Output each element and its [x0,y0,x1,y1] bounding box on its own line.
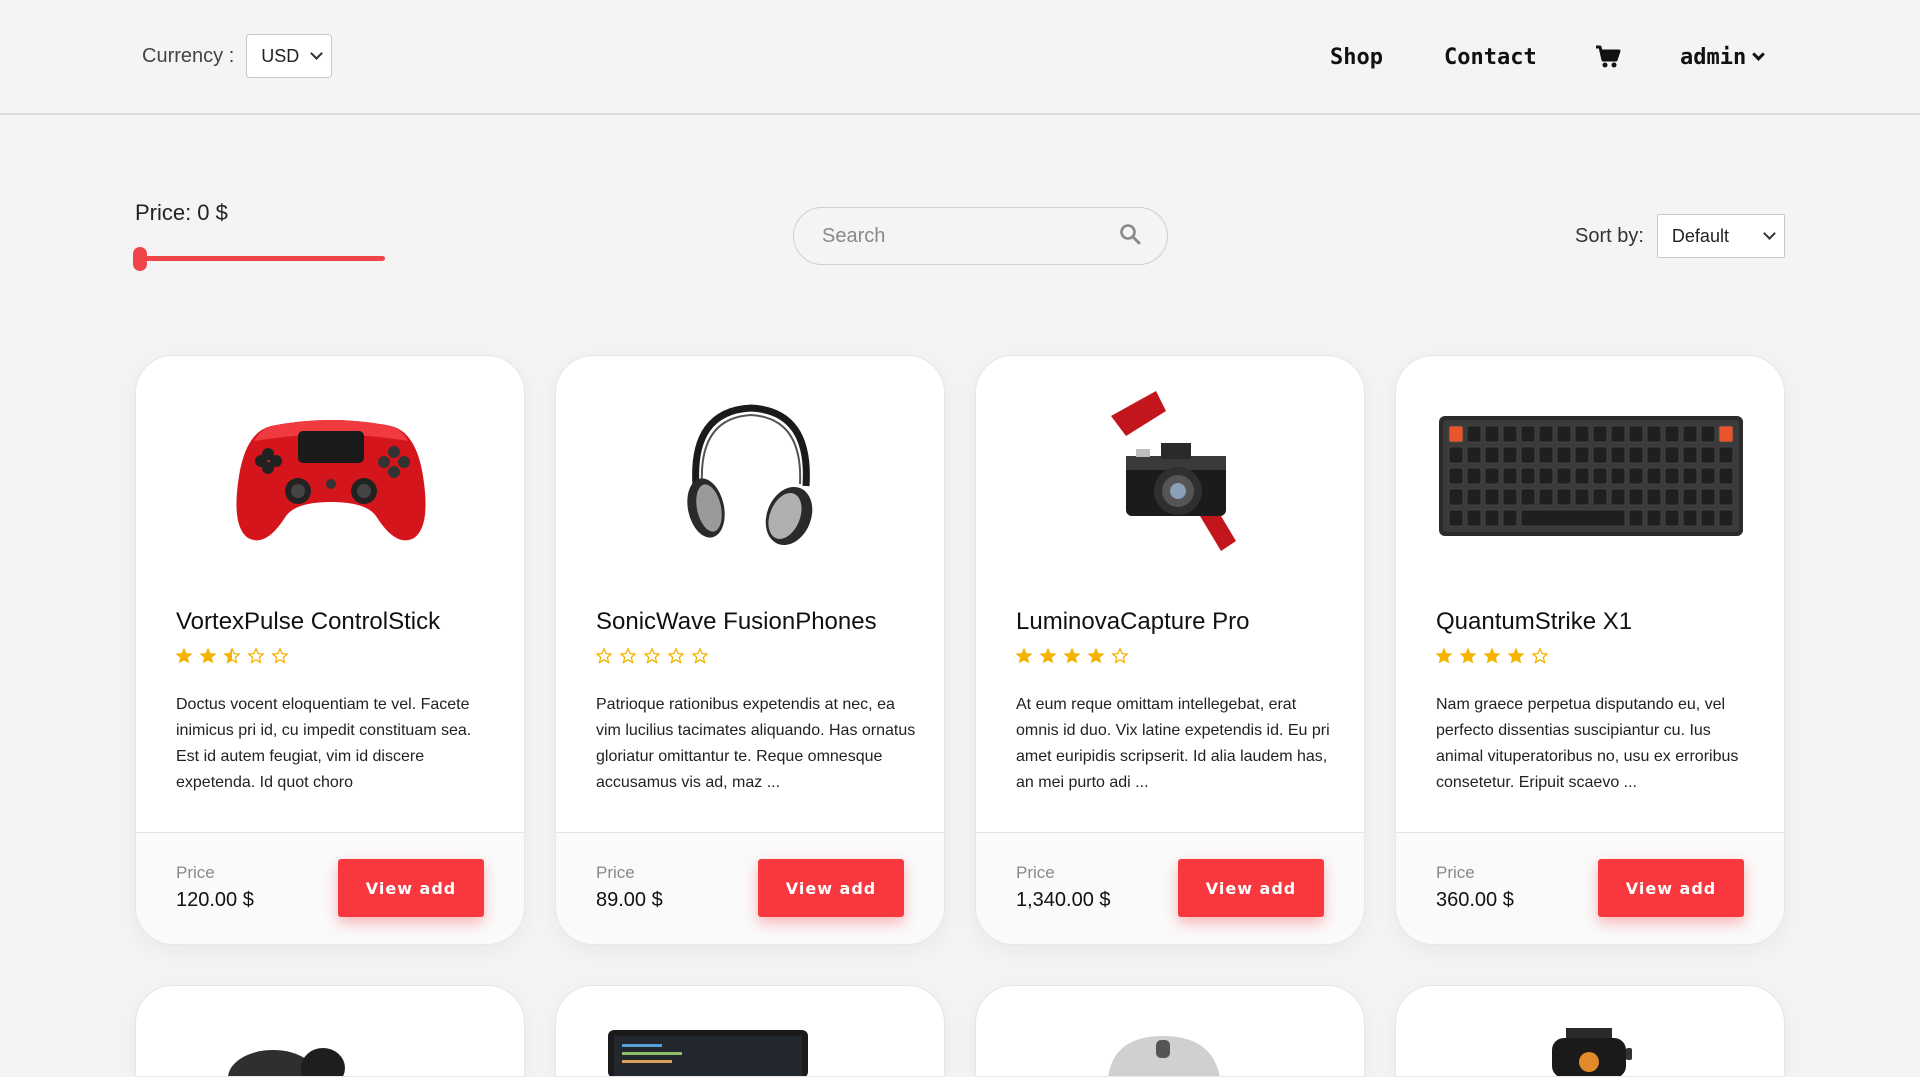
star-empty-icon [691,647,709,664]
star-full-icon [1015,647,1033,664]
price-value: 120.00 $ [176,889,254,911]
product-title[interactable]: VortexPulse ControlStick [176,608,440,636]
user-name: admin [1680,44,1747,70]
star-full-icon [1039,647,1057,664]
view-add-button[interactable]: View add [338,859,484,917]
price-slider-thumb[interactable] [133,247,147,271]
price-caption: Price [176,863,215,882]
product-card[interactable] [975,985,1365,1077]
currency-select-value: USD [261,45,300,66]
currency-select[interactable]: USD [246,34,333,78]
star-full-icon [1459,647,1477,664]
price-value: 360.00 $ [1436,889,1514,911]
product-image-laptop[interactable] [608,1030,808,1076]
search-input[interactable] [822,224,1102,248]
card-footer: Price 1,340.00 $ View add [976,832,1364,944]
star-full-icon [1435,647,1453,664]
price-value: 1,340.00 $ [1016,889,1111,911]
product-image-headphones[interactable] [556,396,944,556]
chevron-down-icon [1763,227,1776,240]
sort-label: Sort by: [1575,224,1644,247]
price-caption: Price [596,863,635,882]
star-empty-icon [595,647,613,664]
product-image-earbuds[interactable] [228,1038,358,1076]
product-image-smartwatch[interactable] [1544,1028,1634,1076]
star-empty-icon [619,647,637,664]
price-filter-label: Price: 0 $ [135,200,228,226]
star-full-icon [1483,647,1501,664]
price-filter-caption: Price: [135,200,192,225]
star-empty-icon [247,647,265,664]
product-image-keyboard[interactable] [1396,396,1784,556]
star-empty-icon [271,647,289,664]
product-card[interactable]: VortexPulse ControlStick Doctus vocent e… [135,355,525,945]
product-card[interactable] [555,985,945,1077]
product-title[interactable]: LuminovaCapture Pro [1016,608,1249,636]
price-slider[interactable] [133,247,385,271]
price-filter: Price: 0 $ [133,200,385,271]
rating-stars [1015,647,1129,664]
star-empty-icon [667,647,685,664]
search-box [793,207,1168,265]
product-description: Nam graece perpetua disputando eu, vel p… [1436,696,1739,791]
star-full-icon [175,647,193,664]
search-icon[interactable] [1119,223,1141,250]
card-footer: Price 89.00 $ View add [556,832,944,944]
star-empty-icon [1111,647,1129,664]
shopping-cart-icon[interactable] [1595,40,1621,74]
view-add-button[interactable]: View add [1178,859,1324,917]
user-menu[interactable]: admin [1680,40,1766,74]
price-filter-value: 0 $ [197,200,228,225]
sort-control: Sort by: Default [1575,214,1785,258]
product-title[interactable]: QuantumStrike X1 [1436,608,1632,636]
star-empty-icon [1531,647,1549,664]
product-card[interactable]: SonicWave FusionPhones Patrioque rationi… [555,355,945,945]
nav-contact-link[interactable]: Contact [1444,40,1537,74]
product-image-mouse[interactable] [1098,1036,1228,1076]
currency-selector: Currency : USD [142,34,333,78]
product-title[interactable]: SonicWave FusionPhones [596,608,877,636]
rating-stars [1435,647,1549,664]
chevron-down-icon [1752,48,1766,61]
product-card[interactable] [1395,985,1785,1077]
star-full-icon [1507,647,1525,664]
chevron-down-icon [310,47,324,60]
sort-select-value: Default [1671,225,1729,246]
currency-label: Currency : [142,44,235,67]
card-footer: Price 120.00 $ View add [136,832,524,944]
nav-shop-link[interactable]: Shop [1330,40,1383,74]
star-full-icon [199,647,217,664]
sort-select[interactable]: Default [1656,214,1785,258]
rating-stars [595,647,709,664]
price-caption: Price [1436,863,1475,882]
view-add-button[interactable]: View add [1598,859,1744,917]
price-caption: Price [1016,863,1055,882]
card-footer: Price 360.00 $ View add [1396,832,1784,944]
star-empty-icon [643,647,661,664]
star-full-icon [1087,647,1105,664]
product-card[interactable]: LuminovaCapture Pro At eum reque omittam… [975,355,1365,945]
product-card[interactable] [135,985,525,1077]
price-value: 89.00 $ [596,889,663,911]
product-card[interactable]: QuantumStrike X1 Nam graece perpetua dis… [1395,355,1785,945]
product-description: Doctus vocent eloquentiam te vel. Facete… [176,696,472,791]
product-description: Patrioque rationibus expetendis at nec, … [596,696,916,791]
product-image-camera[interactable] [976,391,1364,556]
top-header: Currency : USD Shop Contact admin [0,0,1920,115]
star-full-icon [1063,647,1081,664]
product-description: At eum reque omittam intellegebat, erat … [1016,696,1330,791]
view-add-button[interactable]: View add [758,859,904,917]
product-image-gamepad[interactable] [136,396,524,556]
rating-stars [175,647,289,664]
star-half-icon [223,647,241,664]
